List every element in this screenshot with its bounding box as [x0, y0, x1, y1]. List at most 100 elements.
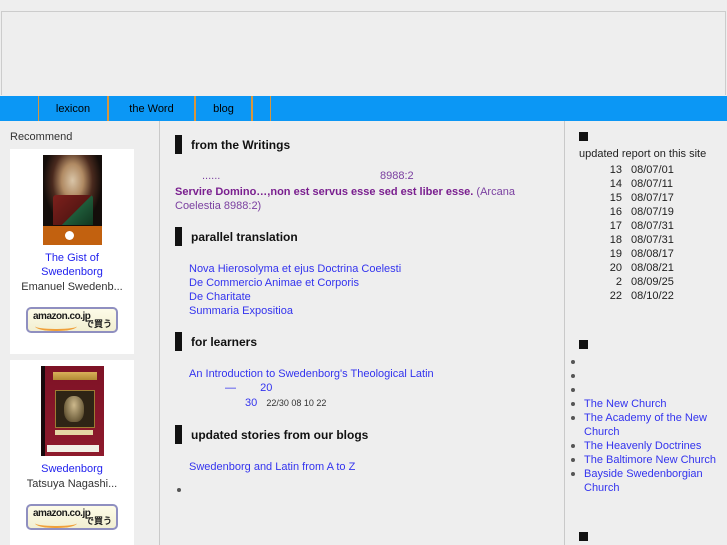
learners-links: An Introduction to Swedenborg's Theologi… — [189, 367, 550, 411]
book-card-1: The Gist of Swedenborg Emanuel Swedenb..… — [10, 149, 134, 354]
sidebar-right: updated report on this site 13 08/07/01 … — [565, 121, 727, 545]
amazon-buy-text-1: で買う — [84, 319, 112, 329]
tab-blog[interactable]: blog — [195, 96, 252, 121]
update-number: 22 — [609, 290, 622, 302]
link-label: The Academy of the New Church — [584, 412, 707, 438]
blog-story-link[interactable]: Swedenborg and Latin from A to Z — [189, 460, 550, 474]
link-label: The Baltimore New Church — [584, 454, 717, 466]
learners-intro-link[interactable]: An Introduction to Swedenborg's Theologi… — [189, 367, 550, 381]
update-date: 08/08/17 — [631, 248, 674, 260]
list-item: 13 08/07/01 — [579, 163, 721, 177]
list-item[interactable]: De Charitate — [189, 290, 550, 304]
section-heading-learners-label: for learners — [191, 334, 258, 349]
book-title-link-1[interactable]: The Gist of Swedenborg — [20, 251, 124, 279]
update-number: 17 — [609, 220, 622, 232]
section-marker-icon — [175, 332, 182, 351]
learners-subline-2[interactable]: 30 22/30 08 10 22 — [245, 396, 550, 411]
list-item[interactable]: Nova Hierosolyma et ejus Doctrina Coeles… — [189, 262, 550, 276]
book-title-link-2[interactable]: Swedenborg — [20, 462, 124, 476]
list-item: 15 08/07/17 — [579, 191, 721, 205]
update-date: 08/07/01 — [631, 164, 674, 176]
main-navigation: lexicon the Word blog — [0, 96, 727, 121]
update-date: 08/07/31 — [631, 220, 674, 232]
list-item: 18 08/07/31 — [579, 233, 721, 247]
list-item[interactable]: De Commercio Animae et Corporis — [189, 276, 550, 290]
list-item: 22 08/10/22 — [579, 289, 721, 303]
bullet-icon — [571, 388, 575, 392]
list-item: 20 08/08/21 — [579, 261, 721, 275]
list-item[interactable] — [571, 355, 721, 369]
list-item: 2 08/09/25 — [579, 275, 721, 289]
bullet-icon — [571, 374, 575, 378]
nav-right-fill — [271, 96, 727, 121]
update-date: 08/10/22 — [631, 290, 674, 302]
tab-the-word-label: the Word — [129, 102, 174, 115]
section-heading-parallel: parallel translation — [175, 227, 550, 246]
list-item[interactable] — [571, 383, 721, 397]
update-date: 08/07/31 — [631, 234, 674, 246]
list-item: 16 08/07/19 — [579, 205, 721, 219]
update-number: 15 — [609, 192, 622, 204]
update-number: 18 — [609, 234, 622, 246]
amazon-smile-icon-1 — [35, 321, 77, 331]
updates-list: 13 08/07/01 14 08/07/11 15 08/07/17 16 0… — [579, 163, 721, 303]
update-number: 14 — [609, 178, 622, 190]
parallel-translation-links: Nova Hierosolyma et ejus Doctrina Coeles… — [189, 262, 550, 318]
tab-lexicon[interactable]: lexicon — [38, 96, 108, 121]
tab-lexicon-label: lexicon — [55, 102, 91, 115]
section-heading-parallel-label: parallel translation — [191, 229, 298, 244]
list-item[interactable]: The Baltimore New Church — [571, 453, 721, 467]
link-label: Bayside Swedenborgian Church — [584, 468, 703, 494]
list-item[interactable]: The New Church — [571, 397, 721, 411]
tab-empty[interactable] — [252, 96, 271, 121]
quote-dots: ...... — [202, 170, 221, 182]
book-author-2: Tatsuya Nagashi... — [26, 478, 118, 490]
bullet-icon — [571, 458, 575, 462]
list-item: 14 08/07/11 — [579, 177, 721, 191]
learners-meta: 22/30 08 10 22 — [266, 398, 327, 408]
page-root: lexicon the Word blog Recommend The Gist… — [0, 0, 727, 545]
update-date: 08/08/21 — [631, 262, 674, 274]
section-marker-icon — [175, 135, 182, 154]
bullet-icon — [571, 444, 575, 448]
update-date: 08/07/17 — [631, 192, 674, 204]
bullet-icon — [177, 488, 181, 492]
learners-subline-1[interactable]: — 20 — [225, 381, 550, 396]
update-date: 08/07/19 — [631, 206, 674, 218]
list-item[interactable]: Bayside Swedenborgian Church — [571, 467, 721, 495]
book-cover-image-1 — [42, 155, 102, 245]
section-heading-writings: from the Writings — [175, 135, 550, 154]
link-label: The New Church — [584, 398, 667, 410]
site-header — [0, 0, 727, 96]
quote-latin-sentence: Servire Domino…,non est servus esse sed … — [175, 186, 474, 198]
amazon-buy-button-2[interactable]: amazon.co.jp で買う — [26, 504, 118, 530]
learners-dash: — — [225, 382, 236, 394]
section-marker-icon — [175, 227, 182, 246]
tab-the-word[interactable]: the Word — [108, 96, 195, 121]
update-number: 20 — [609, 262, 622, 274]
section-heading-blogs-label: updated stories from our blogs — [191, 427, 369, 442]
list-item[interactable]: The Academy of the New Church — [571, 411, 721, 439]
amazon-smile-icon-2 — [35, 518, 77, 528]
amazon-buy-button-1[interactable]: amazon.co.jp で買う — [26, 307, 118, 333]
blog-list-item[interactable] — [175, 488, 550, 492]
learners-count-30: 30 — [245, 397, 258, 409]
link-label: The Heavenly Doctrines — [584, 440, 702, 452]
list-item[interactable] — [571, 369, 721, 383]
learners-count-20: 20 — [260, 382, 273, 394]
sidebar-left: Recommend The Gist of Swedenborg Emanuel… — [0, 121, 160, 545]
amazon-buy-text-2: で買う — [84, 516, 112, 526]
tab-blog-label: blog — [213, 102, 234, 115]
section-heading-learners: for learners — [175, 332, 550, 351]
related-links-group-1: The New Church The Academy of the New Ch… — [571, 355, 721, 495]
update-number: 2 — [615, 276, 622, 288]
nav-left-spacer — [0, 96, 38, 121]
recommend-title: Recommend — [10, 131, 73, 143]
list-item[interactable]: Summaria Expositioa — [189, 304, 550, 318]
list-item[interactable]: The Heavenly Doctrines — [571, 439, 721, 453]
update-number: 13 — [609, 164, 622, 176]
quote-reference-number: 8988:2 — [380, 170, 414, 182]
header-banner-area — [1, 11, 726, 95]
bullet-icon — [571, 402, 575, 406]
